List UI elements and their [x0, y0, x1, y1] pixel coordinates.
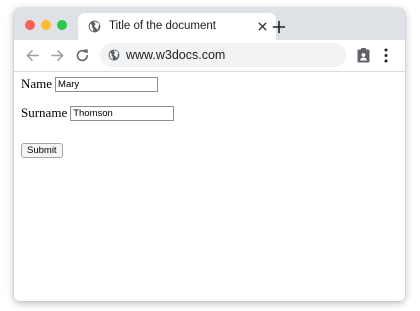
submit-button[interactable]: Submit	[21, 143, 63, 158]
name-row: Name Mary	[21, 76, 159, 92]
reload-icon[interactable]	[75, 48, 90, 63]
back-arrow-icon[interactable]	[25, 48, 40, 63]
close-window-button[interactable]	[25, 20, 35, 30]
tab-active[interactable]: Title of the document	[78, 13, 276, 40]
forward-arrow-icon[interactable]	[50, 48, 65, 63]
globe-icon	[88, 20, 101, 33]
url-text: www.w3docs.com	[126, 48, 226, 62]
surname-input[interactable]: Thomson	[70, 105, 175, 121]
address-bar[interactable]: www.w3docs.com	[100, 43, 346, 67]
name-label: Name	[21, 76, 53, 91]
name-input[interactable]: Mary	[55, 76, 159, 92]
surname-row: Surname Thomson	[21, 105, 175, 121]
browser-toolbar: www.w3docs.com	[14, 40, 405, 72]
globe-icon	[108, 49, 120, 61]
browser-window: Title of the document www.w3docs.com Nam…	[14, 8, 405, 301]
zoom-window-button[interactable]	[57, 20, 67, 30]
extension-icon[interactable]	[357, 48, 370, 63]
tab-strip: Title of the document	[14, 8, 405, 40]
plus-icon[interactable]	[272, 20, 286, 34]
minimize-window-button[interactable]	[41, 20, 51, 30]
kebab-menu-icon[interactable]	[384, 48, 388, 63]
close-icon[interactable]	[256, 20, 269, 33]
tab-title: Title of the document	[109, 20, 216, 32]
page-content: Name Mary Surname Thomson Submit	[14, 72, 405, 301]
surname-label: Surname	[21, 105, 68, 120]
